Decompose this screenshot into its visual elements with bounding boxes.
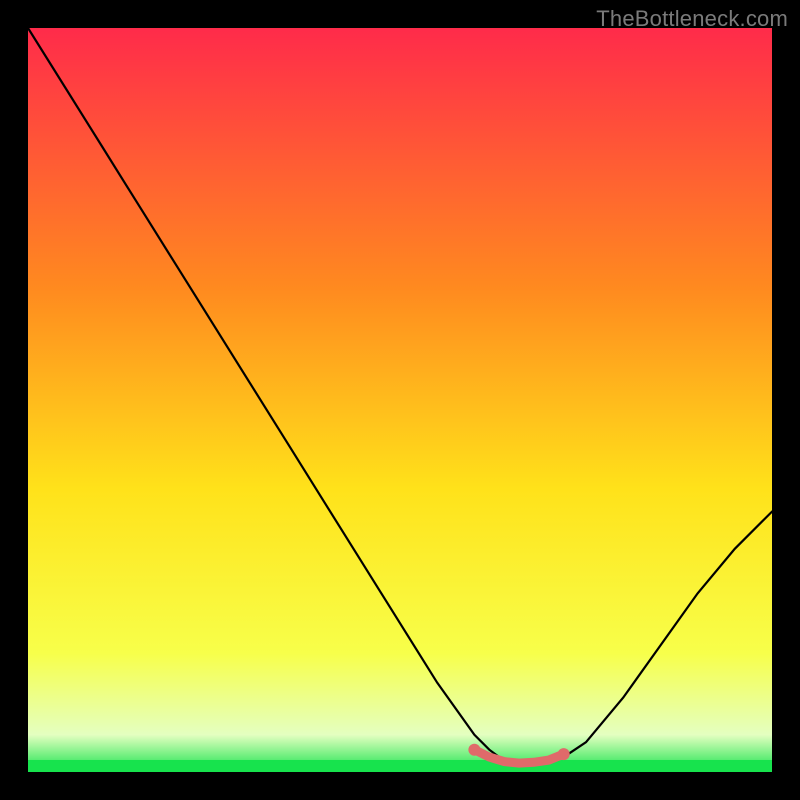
optimal-range-start-dot bbox=[468, 744, 480, 756]
optimal-range-end-dot bbox=[558, 748, 570, 760]
plot-area bbox=[28, 28, 772, 772]
gradient-background bbox=[28, 28, 772, 772]
chart-svg bbox=[28, 28, 772, 772]
green-band bbox=[28, 760, 772, 772]
chart-frame: TheBottleneck.com bbox=[0, 0, 800, 800]
